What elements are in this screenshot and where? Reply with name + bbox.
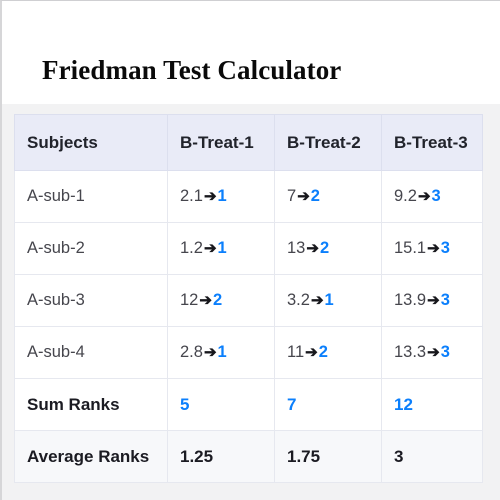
data-cell: 9.2 ➔ 3 <box>381 170 483 223</box>
rank-value: 2 <box>318 343 328 361</box>
sum-ranks-label: Sum Ranks <box>14 378 168 431</box>
arrow-icon: ➔ <box>427 239 440 257</box>
table-row: A-sub-2 1.2 ➔ 1 13 ➔ 2 15.1 ➔ 3 <box>14 222 483 275</box>
title-band: Friedman Test Calculator <box>2 1 500 104</box>
arrow-icon: ➔ <box>427 291 440 309</box>
rank-value: 3 <box>440 343 450 361</box>
data-cell: 13.3 ➔ 3 <box>381 326 483 379</box>
row-label: A-sub-3 <box>14 274 168 327</box>
column-header-treat-3: B-Treat-3 <box>381 114 483 171</box>
raw-value: 11 <box>287 343 305 361</box>
table-row: A-sub-1 2.1 ➔ 1 7 ➔ 2 9.2 ➔ 3 <box>14 170 483 223</box>
table-row: A-sub-3 12 ➔ 2 3.2 ➔ 1 13.9 ➔ 3 <box>14 274 483 327</box>
arrow-icon: ➔ <box>305 343 318 361</box>
raw-value: 1.2 <box>180 239 203 257</box>
average-ranks-cell: 1.75 <box>274 430 382 483</box>
data-cell: 1.2 ➔ 1 <box>167 222 275 275</box>
table-header: Subjects B-Treat-1 B-Treat-2 B-Treat-3 <box>14 114 483 171</box>
sum-ranks-cell: 7 <box>274 378 382 431</box>
raw-value: 13.3 <box>394 343 427 361</box>
data-cell: 7 ➔ 2 <box>274 170 382 223</box>
sum-ranks-value: 7 <box>287 394 297 414</box>
data-cell: 2.1 ➔ 1 <box>167 170 275 223</box>
raw-value: 7 <box>287 187 297 205</box>
rank-value: 3 <box>431 187 441 205</box>
rank-value: 1 <box>217 187 227 205</box>
raw-value: 2.8 <box>180 343 203 361</box>
raw-value: 13 <box>287 239 306 257</box>
data-cell: 12 ➔ 2 <box>167 274 275 327</box>
rank-value: 2 <box>319 239 330 257</box>
average-ranks-row: Average Ranks 1.25 1.75 3 <box>14 430 483 483</box>
data-cell: 11 ➔ 2 <box>274 326 382 379</box>
data-cell: 13.9 ➔ 3 <box>381 274 483 327</box>
rank-value: 2 <box>212 291 223 309</box>
rank-value: 1 <box>324 291 334 309</box>
row-label: A-sub-4 <box>14 326 168 379</box>
arrow-icon: ➔ <box>427 343 440 361</box>
sum-ranks-value: 5 <box>180 394 190 414</box>
raw-value: 12 <box>180 291 199 309</box>
raw-value: 13.9 <box>394 291 427 309</box>
arrow-icon: ➔ <box>203 343 217 361</box>
data-cell: 2.8 ➔ 1 <box>167 326 275 379</box>
sum-ranks-cell: 12 <box>381 378 483 431</box>
raw-value: 3.2 <box>287 291 310 309</box>
rank-value: 1 <box>217 343 227 361</box>
table-header-row: Subjects B-Treat-1 B-Treat-2 B-Treat-3 <box>14 114 483 171</box>
average-ranks-cell: 1.25 <box>167 430 275 483</box>
sum-ranks-cell: 5 <box>167 378 275 431</box>
sum-ranks-row: Sum Ranks 5 7 12 <box>14 378 483 431</box>
arrow-icon: ➔ <box>417 187 431 205</box>
data-cell: 13 ➔ 2 <box>274 222 382 275</box>
raw-value: 15.1 <box>394 239 427 257</box>
row-label: A-sub-1 <box>14 170 168 223</box>
column-header-subjects: Subjects <box>14 114 168 171</box>
arrow-icon: ➔ <box>199 291 212 309</box>
data-cell: 3.2 ➔ 1 <box>274 274 382 327</box>
page-title: Friedman Test Calculator <box>42 55 342 85</box>
rank-value: 2 <box>310 187 320 205</box>
average-ranks-cell: 3 <box>381 430 483 483</box>
raw-value: 2.1 <box>180 187 203 205</box>
results-table-container: Subjects B-Treat-1 B-Treat-2 B-Treat-3 A… <box>14 114 483 483</box>
table-body: A-sub-1 2.1 ➔ 1 7 ➔ 2 9.2 ➔ 3 A-sub-2 1.2 ➔ 1 13… <box>14 170 483 483</box>
column-header-treat-2: B-Treat-2 <box>274 114 382 171</box>
arrow-icon: ➔ <box>310 291 324 309</box>
page-root: Friedman Test Calculator Subjects B-Trea… <box>0 0 500 500</box>
arrow-icon: ➔ <box>203 239 217 257</box>
raw-value: 9.2 <box>394 187 417 205</box>
data-cell: 15.1 ➔ 3 <box>381 222 483 275</box>
arrow-icon: ➔ <box>306 239 319 257</box>
table-row: A-sub-4 2.8 ➔ 1 11 ➔ 2 13.3 ➔ 3 <box>14 326 483 379</box>
arrow-icon: ➔ <box>297 187 310 205</box>
friedman-results-table: Subjects B-Treat-1 B-Treat-2 B-Treat-3 A… <box>14 114 483 483</box>
rank-value: 3 <box>440 239 450 257</box>
average-ranks-label: Average Ranks <box>14 430 168 483</box>
rank-value: 3 <box>440 291 450 309</box>
arrow-icon: ➔ <box>203 187 217 205</box>
sum-ranks-value: 12 <box>394 394 413 414</box>
column-header-treat-1: B-Treat-1 <box>167 114 275 171</box>
row-label: A-sub-2 <box>14 222 168 275</box>
rank-value: 1 <box>217 239 227 257</box>
